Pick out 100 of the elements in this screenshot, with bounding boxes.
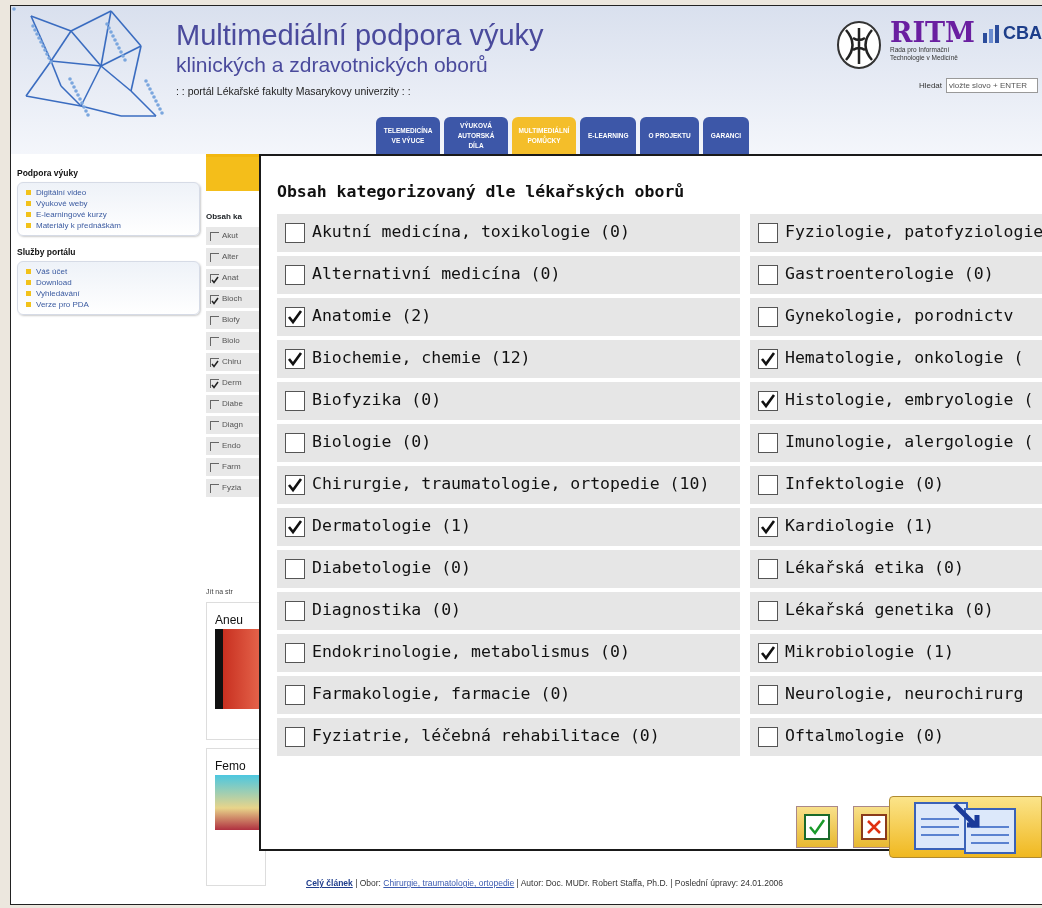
sidebar-link[interactable]: Vyhledávání	[36, 287, 80, 299]
apply-button[interactable]	[889, 796, 1042, 858]
category-label: Biolo	[222, 335, 240, 347]
emblem-icon	[835, 20, 882, 70]
checkbox[interactable]	[210, 462, 219, 472]
confirm-button[interactable]	[796, 806, 838, 848]
bullet-icon	[26, 200, 31, 206]
checkbox[interactable]	[285, 684, 305, 705]
sidebar-link[interactable]: E-learningové kurzy	[36, 208, 107, 220]
category-label: Diabe	[222, 398, 243, 410]
section-heading: Obsah ka	[206, 211, 243, 223]
checkbox[interactable]	[285, 726, 305, 747]
checkbox[interactable]	[285, 390, 305, 411]
checkbox[interactable]	[210, 357, 219, 367]
check-icon	[804, 814, 830, 840]
category-label: Infektologie (0)	[785, 473, 944, 496]
checkbox[interactable]	[210, 231, 219, 241]
logo-text: RITM	[889, 20, 975, 46]
checkbox[interactable]	[210, 273, 219, 283]
dialog-title: Obsah kategorizovaný dle lékařských oborů	[277, 181, 686, 203]
checkbox[interactable]	[758, 432, 778, 453]
category-label: Biofy	[222, 314, 240, 326]
checkbox[interactable]	[285, 306, 305, 327]
category-label: Gynekologie, porodnictv	[785, 305, 1014, 328]
category-label: Farm	[222, 461, 241, 473]
category-label: Endo	[222, 440, 241, 452]
category-label: Derm	[222, 377, 242, 389]
checkbox[interactable]	[210, 441, 219, 451]
bullet-icon	[26, 211, 31, 217]
checkbox[interactable]	[285, 222, 305, 243]
sidebar-link[interactable]: Download	[36, 276, 72, 288]
checkbox[interactable]	[285, 516, 305, 537]
search-field[interactable]: vložte slovo + ENTER	[946, 78, 1038, 93]
checkbox[interactable]	[758, 600, 778, 621]
checkbox[interactable]	[285, 642, 305, 663]
checkbox[interactable]	[210, 399, 219, 409]
checkbox[interactable]	[285, 474, 305, 495]
category-label: Diabetologie (0)	[312, 557, 471, 580]
category-label: Anatomie (2)	[312, 305, 432, 328]
checkbox[interactable]	[210, 336, 219, 346]
site-subtitle: : : portál Lékařské fakulty Masarykovy univerzity : :	[176, 84, 412, 99]
checkbox[interactable]	[758, 264, 778, 285]
checkbox[interactable]	[210, 315, 219, 325]
category-label: Histologie, embryologie (	[785, 389, 1034, 412]
checkbox[interactable]	[210, 420, 219, 430]
checkbox[interactable]	[210, 294, 219, 304]
category-label: Hematologie, onkologie (	[785, 347, 1024, 370]
category-label: Lékařská etika (0)	[785, 557, 964, 580]
checkbox[interactable]	[758, 474, 778, 495]
category-label: Oftalmologie (0)	[785, 725, 944, 748]
bar-chart-icon	[983, 24, 999, 43]
category-label: Biologie (0)	[312, 431, 432, 454]
category-label: Diagnostika (0)	[312, 599, 461, 622]
article-link[interactable]: Chirurgie, traumatologie, ortopedie	[383, 878, 515, 888]
site-title: klinických a zdravotnických oborů	[176, 52, 489, 78]
search-label: Hledat	[918, 79, 942, 92]
checkbox[interactable]	[210, 378, 219, 388]
checkbox[interactable]	[210, 483, 219, 493]
checkbox[interactable]	[285, 600, 305, 621]
checkbox[interactable]	[758, 390, 778, 411]
sidebar-link[interactable]: Váš účet	[36, 265, 68, 277]
category-label: Gastroenterologie (0)	[785, 263, 994, 286]
checkbox[interactable]	[210, 252, 219, 262]
category-label: Imunologie, alergologie (	[785, 431, 1034, 454]
category-label: Neurologie, neurochirurg	[785, 683, 1024, 706]
category-label: Farmakologie, farmacie (0)	[312, 683, 571, 706]
checkbox[interactable]	[285, 558, 305, 579]
article-title: Femo	[215, 757, 247, 775]
checkbox[interactable]	[758, 348, 778, 369]
checkbox[interactable]	[758, 558, 778, 579]
checkbox[interactable]	[758, 306, 778, 327]
checkbox[interactable]	[758, 222, 778, 243]
checkbox[interactable]	[285, 432, 305, 453]
category-label: Biofyzika (0)	[312, 389, 442, 412]
checkbox[interactable]	[758, 516, 778, 537]
category-label: Fyziatrie, léčebná rehabilitace (0)	[312, 725, 660, 748]
bullet-icon	[26, 301, 31, 307]
checkbox[interactable]	[758, 684, 778, 705]
close-icon	[861, 814, 887, 840]
sidebar-link[interactable]: Materiály k přednáškám	[36, 219, 121, 231]
bullet-icon	[26, 279, 31, 285]
category-label: Bioch	[222, 293, 242, 305]
sidebar-heading: Služby portálu	[17, 245, 77, 259]
article-link[interactable]: Celý článek	[306, 878, 353, 888]
bullet-icon	[26, 268, 31, 274]
category-label: Akutní medicína, toxikologie (0)	[312, 221, 630, 244]
checkbox[interactable]	[758, 726, 778, 747]
category-label: Diagn	[222, 419, 243, 431]
category-label: Fyziologie, patofyziologie	[785, 221, 1042, 244]
checkbox[interactable]	[285, 348, 305, 369]
sidebar-link[interactable]: Verze pro PDA	[36, 298, 89, 310]
article-title: Aneu	[215, 611, 245, 629]
sidebar-link[interactable]: Digitální video	[36, 186, 87, 198]
checkbox[interactable]	[285, 264, 305, 285]
bullet-icon	[26, 222, 31, 228]
category-label: Mikrobiologie (1)	[785, 641, 954, 664]
logo-text: CBA	[1003, 22, 1042, 45]
sidebar-link[interactable]: Výukové weby	[36, 197, 88, 209]
category-label: Akut	[222, 230, 238, 242]
checkbox[interactable]	[758, 642, 778, 663]
